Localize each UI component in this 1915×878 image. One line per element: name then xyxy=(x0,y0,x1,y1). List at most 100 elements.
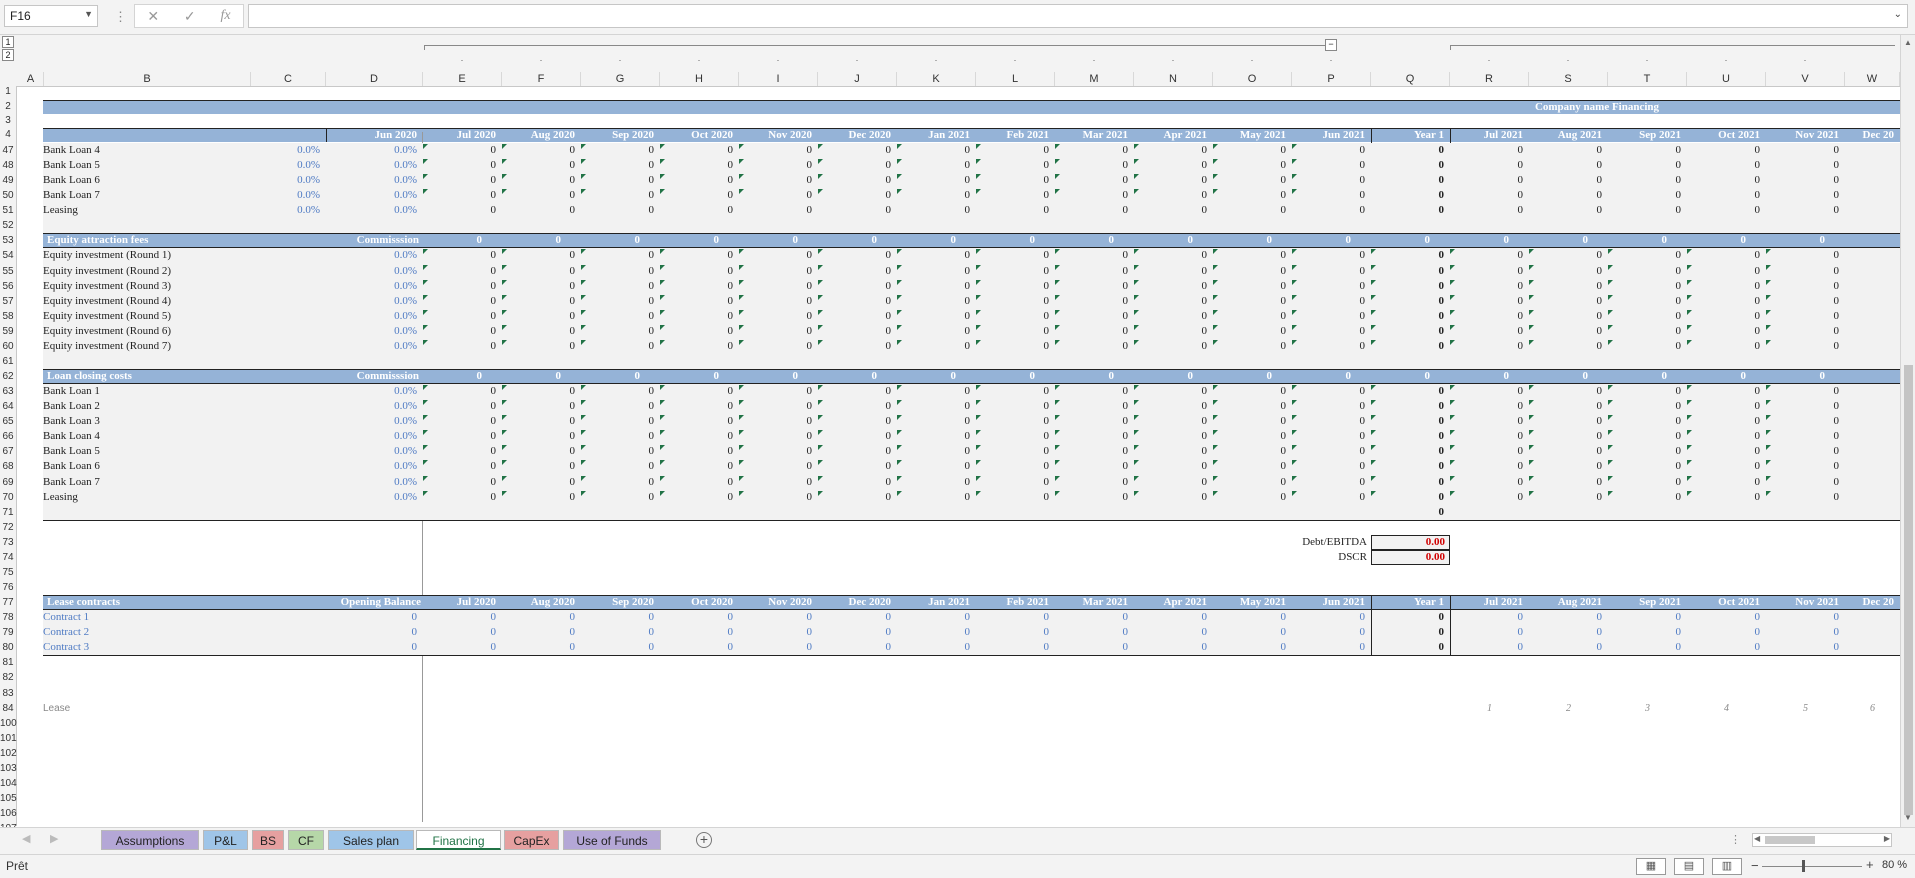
value-cell[interactable]: 0 xyxy=(818,414,892,429)
value-cell[interactable]: 0 xyxy=(739,414,813,429)
value-cell[interactable]: 0 xyxy=(1766,414,1840,429)
row-header[interactable]: 55 xyxy=(0,264,16,279)
value-cell[interactable]: 0 xyxy=(660,444,734,459)
value-cell[interactable]: 0 xyxy=(1134,640,1208,655)
row-header[interactable]: 104 xyxy=(0,776,17,791)
row-label[interactable]: Bank Loan 4 xyxy=(43,143,100,158)
row-label[interactable]: Equity investment (Round 2) xyxy=(43,264,171,279)
value-cell[interactable]: 0 xyxy=(818,188,892,203)
value-cell[interactable]: 0 xyxy=(1608,188,1682,203)
percent-cell[interactable]: 0.0% xyxy=(326,399,417,414)
value-cell[interactable]: 0 xyxy=(976,324,1050,339)
sheet-tab-assumptions[interactable]: Assumptions xyxy=(101,830,199,850)
value-cell[interactable]: 0 xyxy=(423,309,497,324)
value-cell[interactable]: 0 xyxy=(581,188,655,203)
value-cell[interactable]: 0 xyxy=(581,264,655,279)
value-cell[interactable]: 0 xyxy=(1450,158,1524,173)
value-cell[interactable]: 0 xyxy=(581,309,655,324)
value-cell[interactable]: 0 xyxy=(1529,309,1603,324)
value-cell[interactable]: 0 xyxy=(1687,384,1761,399)
year-total-cell[interactable]: 0 xyxy=(1371,264,1445,279)
row-header[interactable]: 63 xyxy=(0,384,16,399)
value-cell[interactable]: 0 xyxy=(660,475,734,490)
value-cell[interactable]: 0 xyxy=(581,459,655,474)
value-cell[interactable]: 0 xyxy=(976,459,1050,474)
year-total-cell[interactable]: 0 xyxy=(1371,640,1445,655)
value-cell[interactable]: 0 xyxy=(1608,143,1682,158)
value-cell[interactable]: 0 xyxy=(1055,459,1129,474)
value-cell[interactable]: 0 xyxy=(660,173,734,188)
column-header-M[interactable]: M xyxy=(1055,72,1134,86)
value-cell[interactable]: 0 xyxy=(976,188,1050,203)
value-cell[interactable]: 0 xyxy=(1687,444,1761,459)
value-cell[interactable]: 0 xyxy=(1213,610,1287,625)
value-cell[interactable]: 0 xyxy=(423,490,497,505)
zoom-out-icon[interactable]: − xyxy=(1751,858,1759,873)
value-cell[interactable]: 0 xyxy=(502,384,576,399)
value-cell[interactable]: 0 xyxy=(1134,414,1208,429)
value-cell[interactable]: 0 xyxy=(818,309,892,324)
value-cell[interactable]: 0 xyxy=(1766,173,1840,188)
column-header-W[interactable]: W xyxy=(1845,72,1900,86)
value-cell[interactable]: 0 xyxy=(1134,188,1208,203)
value-cell[interactable]: 0 xyxy=(1766,339,1840,354)
percent-cell[interactable]: 0.0% xyxy=(326,475,417,490)
value-cell[interactable]: 0 xyxy=(1766,143,1840,158)
row-header[interactable]: 70 xyxy=(0,490,16,505)
value-cell[interactable]: 0 xyxy=(1529,475,1603,490)
column-header-V[interactable]: V xyxy=(1766,72,1845,86)
value-cell[interactable]: 0 xyxy=(423,279,497,294)
outline-dot[interactable]: · xyxy=(698,55,701,65)
value-cell[interactable]: 0 xyxy=(423,384,497,399)
value-cell[interactable]: 0 xyxy=(423,475,497,490)
collapse-group-button[interactable]: − xyxy=(1325,39,1337,51)
value-cell[interactable]: 0 xyxy=(1450,173,1524,188)
value-cell[interactable]: 0 xyxy=(1687,610,1761,625)
value-cell[interactable]: 0 xyxy=(660,264,734,279)
row-label[interactable]: Contract 1 xyxy=(43,610,89,625)
percent-cell[interactable]: 0.0% xyxy=(251,143,320,158)
percent-cell[interactable]: 0.0% xyxy=(326,324,417,339)
value-cell[interactable]: 0 xyxy=(1213,158,1287,173)
value-cell[interactable]: 0 xyxy=(1529,188,1603,203)
value-cell[interactable]: 0 xyxy=(1450,248,1524,263)
value-cell[interactable]: 0 xyxy=(660,640,734,655)
percent-cell[interactable]: 0.0% xyxy=(251,203,320,218)
row-header[interactable]: 47 xyxy=(0,143,16,158)
value-cell[interactable]: 0 xyxy=(1766,625,1840,640)
value-cell[interactable]: 0 xyxy=(1608,444,1682,459)
row-header[interactable]: 1 xyxy=(0,84,16,99)
value-cell[interactable]: 0 xyxy=(581,490,655,505)
value-cell[interactable]: 0 xyxy=(739,399,813,414)
value-cell[interactable]: 0 xyxy=(1766,399,1840,414)
value-cell[interactable]: 0 xyxy=(1292,640,1366,655)
value-cell[interactable]: 0 xyxy=(1529,324,1603,339)
value-cell[interactable]: 0 xyxy=(1134,264,1208,279)
prev-sheet-icon[interactable]: ◀ xyxy=(22,832,30,845)
value-cell[interactable]: 0 xyxy=(1687,203,1761,218)
value-cell[interactable]: 0 xyxy=(502,248,576,263)
value-cell[interactable]: 0 xyxy=(1450,143,1524,158)
outline-dot[interactable]: · xyxy=(1488,55,1491,65)
value-cell[interactable]: 0 xyxy=(1687,248,1761,263)
year-total-cell[interactable]: 0 xyxy=(1371,610,1445,625)
value-cell[interactable]: 0 xyxy=(502,475,576,490)
column-header-S[interactable]: S xyxy=(1529,72,1608,86)
value-cell[interactable]: 0 xyxy=(976,294,1050,309)
opening-balance-cell[interactable]: 0 xyxy=(326,610,418,625)
value-cell[interactable]: 0 xyxy=(1529,339,1603,354)
value-cell[interactable]: 0 xyxy=(818,158,892,173)
row-header[interactable]: 53 xyxy=(0,233,16,248)
value-cell[interactable]: 0 xyxy=(1450,459,1524,474)
column-header-T[interactable]: T xyxy=(1608,72,1687,86)
value-cell[interactable]: 0 xyxy=(1687,399,1761,414)
value-cell[interactable]: 0 xyxy=(1292,309,1366,324)
sheet-tab-p-l[interactable]: P&L xyxy=(203,830,248,850)
value-cell[interactable]: 0 xyxy=(1213,188,1287,203)
value-cell[interactable]: 0 xyxy=(1529,279,1603,294)
value-cell[interactable]: 0 xyxy=(660,339,734,354)
value-cell[interactable]: 0 xyxy=(1450,324,1524,339)
value-cell[interactable]: 0 xyxy=(423,399,497,414)
value-cell[interactable]: 0 xyxy=(976,475,1050,490)
column-header-K[interactable]: K xyxy=(897,72,976,86)
